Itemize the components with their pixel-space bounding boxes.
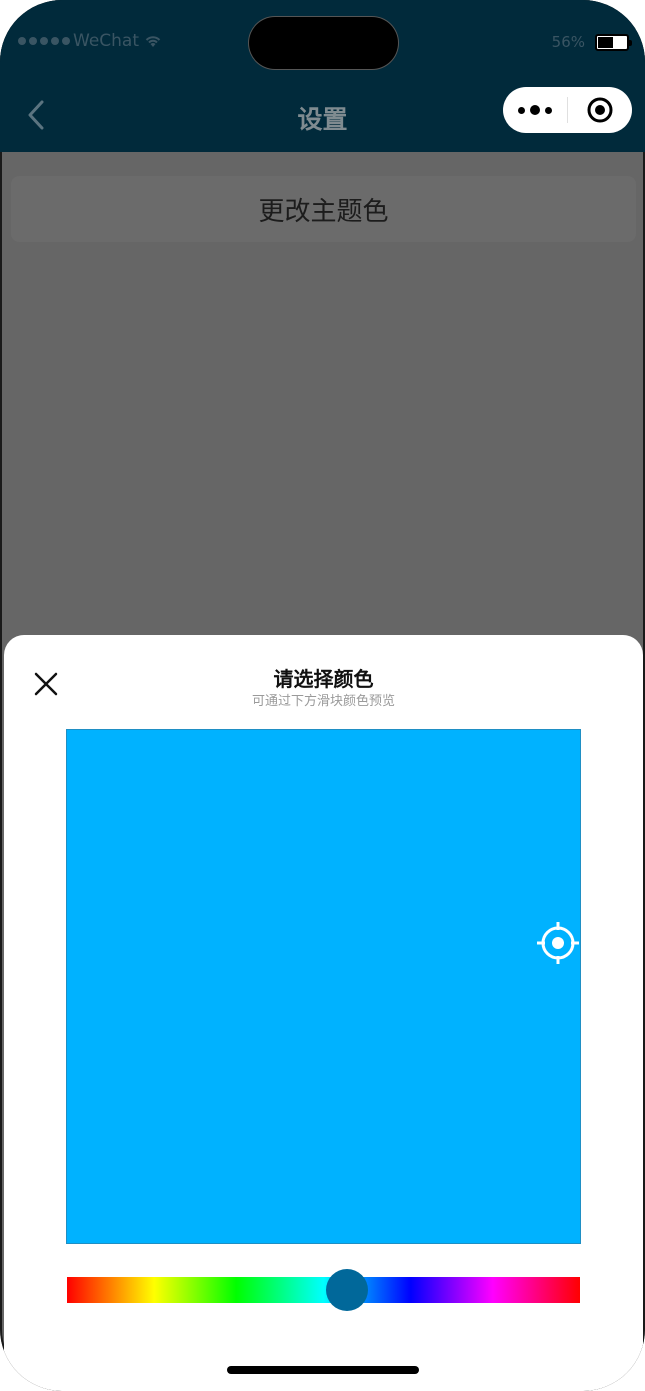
hue-slider-thumb[interactable]	[326, 1269, 368, 1311]
record-icon	[587, 97, 613, 123]
mini-program-capsule	[503, 87, 632, 133]
change-theme-color-button[interactable]: 更改主题色	[11, 176, 636, 242]
signal-dots-icon	[18, 37, 70, 45]
dynamic-island	[249, 17, 398, 69]
crosshair-icon[interactable]	[537, 922, 579, 964]
hue-slider-track[interactable]	[67, 1277, 580, 1303]
color-picker-sheet: 请选择颜色 可通过下方滑块颜色预览	[4, 635, 643, 1391]
battery-icon	[595, 33, 632, 51]
sheet-title: 请选择颜色	[273, 667, 374, 691]
navigation-bar: WeChat 56% 设置	[0, 0, 645, 152]
status-bar-left: WeChat	[18, 31, 162, 51]
home-indicator	[227, 1366, 419, 1374]
sheet-subtitle: 可通过下方滑块颜色预览	[251, 694, 395, 709]
wifi-icon	[145, 36, 161, 47]
more-button[interactable]	[503, 87, 567, 133]
battery-percent: 56%	[551, 33, 585, 51]
close-miniprogram-button[interactable]	[568, 87, 632, 133]
more-icon	[518, 105, 552, 115]
status-bar-right: 56%	[551, 33, 632, 51]
carrier-label: WeChat	[73, 31, 139, 51]
phone-frame: WeChat 56% 设置 更改主题色 请选择颜色 可通过下方滑块颜色预览	[0, 0, 645, 1391]
color-saturation-area[interactable]	[67, 730, 580, 1243]
